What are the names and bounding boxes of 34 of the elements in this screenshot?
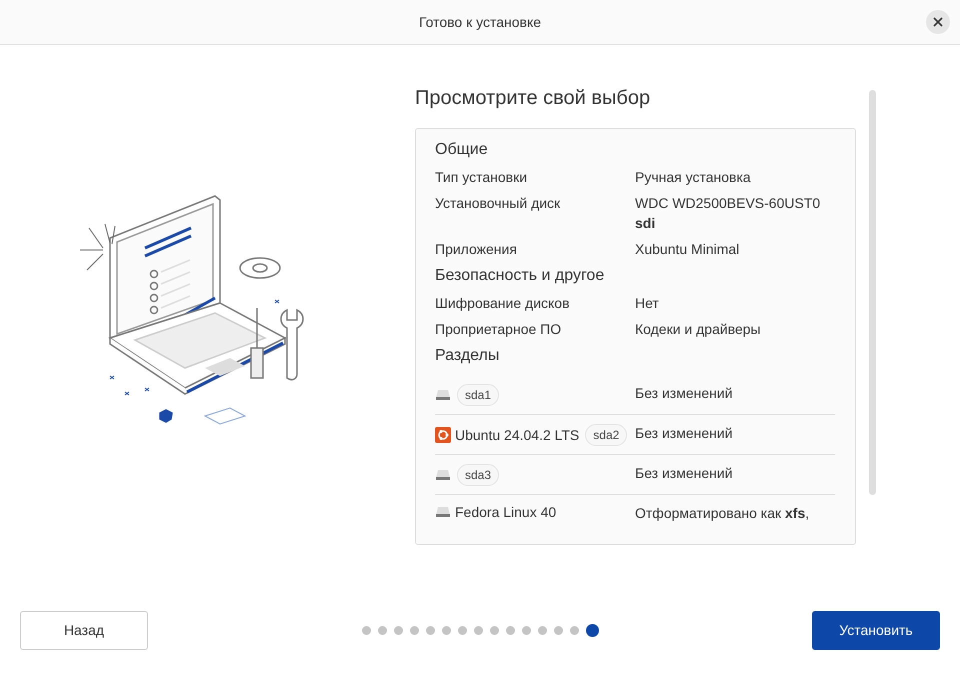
ubuntu-logo-icon: [435, 427, 451, 443]
setting-value: Xubuntu Minimal: [635, 241, 740, 257]
device-tag: sda1: [457, 384, 500, 406]
partition-status: Отформатировано как xfs,: [635, 504, 810, 521]
setting-value: WDC WD2500BEVS-60UST0: [635, 195, 820, 211]
drive-icon: [435, 506, 451, 518]
section-heading: Общие: [435, 141, 489, 159]
setting-value: Кодеки и драйверы: [635, 321, 761, 337]
partition-name: Ubuntu 24.04.2 LTS: [455, 427, 580, 443]
partition-status: Без изменений: [635, 384, 733, 401]
close-button[interactable]: [926, 10, 950, 34]
partition-status: Без изменений: [635, 464, 733, 481]
install-button[interactable]: Установить: [812, 610, 940, 650]
device-tag: sda2: [585, 424, 628, 446]
window-title: Готово к установке: [418, 14, 542, 30]
setting-label: Установочный диск: [435, 195, 562, 213]
close-icon: [933, 17, 943, 27]
drive-icon: [435, 469, 451, 481]
setting-value: Ручная установка: [635, 169, 751, 185]
setting-label: Проприетарное ПО: [435, 321, 562, 337]
scrollbar[interactable]: [869, 90, 876, 495]
setting-label: Шифрование дисков: [435, 295, 571, 311]
partition-name: Fedora Linux 40: [455, 504, 556, 520]
device-name: sdi: [635, 215, 656, 231]
page-heading: Просмотрите свой выбор: [415, 87, 652, 110]
setting-label: Тип установки: [435, 169, 528, 185]
setting-label: Приложения: [435, 241, 518, 257]
back-button[interactable]: Назад: [20, 610, 148, 650]
section-heading: Безопасность и другое: [435, 267, 606, 285]
section-heading: Разделы: [435, 347, 500, 365]
partition-status: Без изменений: [635, 424, 733, 441]
setting-value: Нет: [635, 295, 659, 311]
device-tag: sda3: [457, 464, 500, 486]
drive-icon: [435, 389, 451, 401]
